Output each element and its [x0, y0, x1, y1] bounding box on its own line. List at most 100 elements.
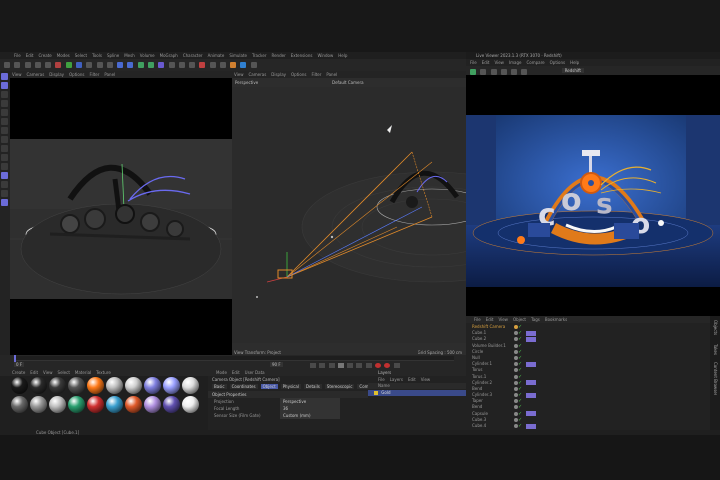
- cube-primitive-icon[interactable]: [117, 62, 124, 68]
- z-axis-icon[interactable]: [75, 62, 82, 68]
- material-swatch[interactable]: [144, 396, 161, 413]
- material-swatch[interactable]: [68, 396, 85, 413]
- main-menu-item-tracker[interactable]: Tracker: [252, 53, 266, 58]
- material-manager-menu-item-edit[interactable]: Edit: [30, 370, 38, 375]
- record-icon[interactable]: [374, 362, 381, 368]
- side-tab-takes[interactable]: Takes: [713, 344, 718, 355]
- move-icon[interactable]: [1, 91, 8, 98]
- center-viewport-menu-item-display[interactable]: Display: [271, 72, 286, 77]
- subdivision-icon[interactable]: [137, 62, 144, 68]
- main-menu-item-extensions[interactable]: Extensions: [291, 53, 313, 58]
- material-swatch[interactable]: [182, 396, 199, 413]
- render-picture-viewer-icon[interactable]: [96, 62, 103, 68]
- material-swatch[interactable]: [30, 377, 47, 394]
- next-key-icon[interactable]: [356, 362, 363, 368]
- material-swatch[interactable]: [144, 377, 161, 394]
- center-viewport-menu-item-cameras[interactable]: Cameras: [249, 72, 267, 77]
- next-frame-icon[interactable]: [347, 362, 354, 368]
- left-viewport-menu-item-filter[interactable]: Filter: [89, 72, 99, 77]
- attribute-tab-coordinates[interactable]: Coordinates: [229, 384, 258, 389]
- object-manager-menu-item-view[interactable]: View: [498, 317, 508, 322]
- timeline[interactable]: 0 F 90 F: [0, 355, 466, 369]
- main-menu-item-create[interactable]: Create: [38, 53, 51, 58]
- object-manager-menu-item-file[interactable]: File: [474, 317, 481, 322]
- attribute-tab-basic[interactable]: Basic: [212, 384, 227, 389]
- snap-tool-icon[interactable]: [1, 172, 8, 179]
- main-menu-item-character[interactable]: Character: [183, 53, 203, 58]
- main-menu-item-help[interactable]: Help: [338, 53, 347, 58]
- timeline-start-frame[interactable]: 0 F: [14, 362, 25, 367]
- main-menu-item-render[interactable]: Render: [271, 53, 285, 58]
- undo-icon[interactable]: [4, 62, 10, 68]
- main-menu-item-mograph[interactable]: MoGraph: [160, 53, 178, 58]
- left-viewport-menu-item-options[interactable]: Options: [69, 72, 84, 77]
- material-swatch[interactable]: [49, 396, 66, 413]
- render-window-menu-item-file[interactable]: File: [470, 60, 477, 65]
- material-manager-menu-item-create[interactable]: Create: [12, 370, 25, 375]
- render-window-menu-item-options[interactable]: Options: [550, 60, 565, 65]
- attribute-tab-stereoscopic[interactable]: Stereoscopic: [324, 384, 355, 389]
- render-window-menu-item-edit[interactable]: Edit: [482, 60, 490, 65]
- left-viewport-render-area[interactable]: [10, 139, 232, 299]
- layers-menu-item-layers[interactable]: Layers: [390, 377, 403, 382]
- main-menu-item-modes[interactable]: Modes: [57, 53, 70, 58]
- sphere-icon[interactable]: [219, 62, 226, 68]
- select-tool-icon[interactable]: [1, 73, 8, 80]
- side-tab-objects[interactable]: Objects: [713, 320, 718, 335]
- bend-deformer-icon[interactable]: [158, 62, 165, 68]
- center-viewport-menu-item-filter[interactable]: Filter: [311, 72, 321, 77]
- main-menu-item-tools[interactable]: Tools: [92, 53, 102, 58]
- magnet-icon[interactable]: [1, 190, 8, 197]
- material-swatch[interactable]: [87, 377, 104, 394]
- polygons-mode-icon[interactable]: [1, 145, 8, 152]
- material-manager-menu-item-material[interactable]: Material: [75, 370, 91, 375]
- material-swatch[interactable]: [87, 396, 104, 413]
- layers-menu-item-file[interactable]: File: [378, 377, 385, 382]
- attribute-tab-object[interactable]: Object: [260, 384, 278, 389]
- material-swatch[interactable]: [125, 377, 142, 394]
- snap-icon[interactable]: [230, 62, 237, 68]
- main-menu-item-spline[interactable]: Spline: [107, 53, 119, 58]
- material-manager-menu-item-view[interactable]: View: [43, 370, 53, 375]
- object-manager-menu-item-object[interactable]: Object: [513, 317, 526, 322]
- texture-mode-icon[interactable]: [1, 154, 8, 161]
- floor-icon[interactable]: [168, 62, 175, 68]
- redshift-icon[interactable]: [199, 62, 206, 68]
- material-swatch[interactable]: [106, 396, 123, 413]
- material-swatch[interactable]: [11, 396, 28, 413]
- attribute-tab-details[interactable]: Details: [303, 384, 322, 389]
- material-tag-icon[interactable]: [526, 392, 536, 398]
- render-settings-icon[interactable]: [106, 62, 113, 68]
- live-selection-icon[interactable]: [1, 82, 8, 89]
- rotate-icon[interactable]: [1, 109, 8, 116]
- material-swatch[interactable]: [49, 377, 66, 394]
- render-pause-icon[interactable]: [490, 69, 497, 75]
- left-viewport[interactable]: View Cameras Display Options Filter Panel: [10, 71, 232, 355]
- material-tag-icon[interactable]: [526, 380, 536, 386]
- material-swatch[interactable]: [163, 396, 180, 413]
- render-stop-icon[interactable]: [480, 69, 487, 75]
- viewport-solo-icon[interactable]: [250, 62, 257, 68]
- attribute-menu-item-mode[interactable]: Mode: [216, 370, 227, 375]
- material-swatch[interactable]: [68, 377, 85, 394]
- material-tag-icon[interactable]: [526, 336, 536, 342]
- render-view-icon[interactable]: [86, 62, 93, 68]
- object-row[interactable]: Cube.4 ✓: [466, 423, 710, 429]
- render-window-menu-item-view[interactable]: View: [494, 60, 504, 65]
- axis-mode-icon[interactable]: [1, 163, 8, 170]
- previous-key-icon[interactable]: [319, 362, 326, 368]
- scale-tool-icon[interactable]: [45, 62, 52, 68]
- object-manager-menu-item-edit[interactable]: Edit: [486, 317, 494, 322]
- material-swatch[interactable]: [106, 377, 123, 394]
- material-manager-menu-item-select[interactable]: Select: [58, 370, 70, 375]
- autokey-icon[interactable]: [384, 362, 391, 368]
- object-manager-menu-item-bookmarks[interactable]: Bookmarks: [545, 317, 567, 322]
- material-tag-icon[interactable]: [526, 423, 536, 429]
- locking-icon[interactable]: [1, 181, 8, 188]
- edges-mode-icon[interactable]: [1, 136, 8, 143]
- scale-icon[interactable]: [1, 100, 8, 107]
- material-swatch[interactable]: [125, 396, 142, 413]
- go-to-end-icon[interactable]: [365, 362, 372, 368]
- left-viewport-menu-item-panel[interactable]: Panel: [104, 72, 115, 77]
- bucket-icon[interactable]: [521, 69, 528, 75]
